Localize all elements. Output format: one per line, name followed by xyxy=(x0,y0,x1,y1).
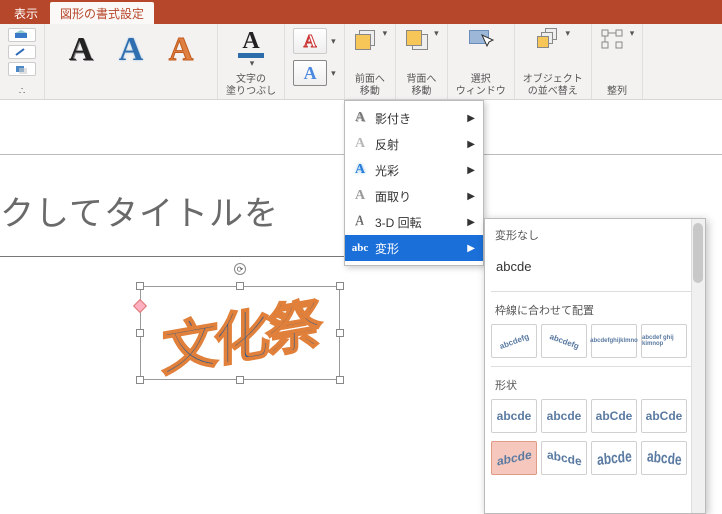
transform-path-1[interactable]: abcdefg xyxy=(491,324,537,358)
shadow-icon: A xyxy=(351,109,369,127)
menu-item-transform[interactable]: abc 変形 ▶ xyxy=(345,235,483,261)
text-outline-button[interactable]: A xyxy=(293,28,327,54)
bevel-icon: A xyxy=(351,187,369,205)
wordart-style-2[interactable]: A xyxy=(109,28,153,72)
transform-warp-r2-4[interactable]: abcde xyxy=(641,441,687,475)
transform-icon: abc xyxy=(351,239,369,257)
text-fill-group: A ▾ 文字の 塗りつぶし xyxy=(218,24,285,99)
menu-item-shadow[interactable]: A 影付き ▶ xyxy=(345,105,483,131)
rotate-handle[interactable]: ⟳ xyxy=(234,263,246,275)
submenu-arrow-icon: ▶ xyxy=(467,217,475,228)
menu-item-reflection[interactable]: A 反射 ▶ xyxy=(345,131,483,157)
menu-item-label: 反射 xyxy=(375,136,399,153)
shape-fill-label: ∴ xyxy=(19,86,25,98)
submenu-arrow-icon: ▶ xyxy=(467,139,475,150)
wordart-style-1[interactable]: A xyxy=(59,28,103,72)
shape-effects-button[interactable] xyxy=(8,62,36,76)
menu-item-label: 3-D 回転 xyxy=(375,214,422,231)
menu-item-label: 光彩 xyxy=(375,162,399,179)
transform-none[interactable]: abcde xyxy=(491,249,699,283)
menu-item-label: 変形 xyxy=(375,240,399,257)
rotation-3d-icon: A xyxy=(350,210,366,233)
wordart-text[interactable]: 文化祭 xyxy=(162,279,318,388)
menu-item-3d-rotation[interactable]: A 3-D 回転 ▶ xyxy=(345,209,483,235)
shape-outline-button[interactable] xyxy=(8,45,36,59)
bring-forward-label: 前面へ 移動 xyxy=(355,74,385,97)
submenu-arrow-icon: ▶ xyxy=(467,191,475,202)
text-effects-button[interactable]: A xyxy=(293,60,327,86)
glow-icon: A xyxy=(351,161,369,179)
menu-item-glow[interactable]: A 光彩 ▶ xyxy=(345,157,483,183)
menu-item-bevel[interactable]: A 面取り ▶ xyxy=(345,183,483,209)
tab-shape-format[interactable]: 図形の書式設定 xyxy=(50,2,154,24)
transform-warp-r1-4[interactable]: abCde xyxy=(641,399,687,433)
menu-item-label: 面取り xyxy=(375,188,411,205)
selection-pane-icon xyxy=(467,28,495,50)
transform-path-3[interactable]: abcdefghijklmno xyxy=(591,324,637,358)
gallery-scrollbar[interactable] xyxy=(691,219,705,513)
transform-warp-r1-2[interactable]: abcde xyxy=(541,399,587,433)
transform-gallery: 変形なし abcde 枠線に合わせて配置 abcdefg abcdefg abc… xyxy=(484,218,706,514)
text-effects-menu: A 影付き ▶ A 反射 ▶ A 光彩 ▶ A 面取り ▶ A 3-D 回転 ▶… xyxy=(344,100,484,266)
transform-warp-r2-1-selected[interactable]: abcde xyxy=(491,441,537,475)
ribbon: ∴ A A A A ▾ 文字の 塗りつぶし A ▾ A ▾ xyxy=(0,24,722,100)
chevron-down-icon: ▾ xyxy=(434,28,439,39)
reflection-icon: A xyxy=(351,135,369,153)
arrange-icon xyxy=(600,28,628,50)
transform-warp-r1-3[interactable]: abCde xyxy=(591,399,637,433)
send-backward-group[interactable]: ▾ 背面へ 移動 xyxy=(396,24,448,99)
text-fill-label: 文字の 塗りつぶし xyxy=(226,74,276,97)
menu-item-label: 影付き xyxy=(375,110,411,127)
chevron-down-icon: ▾ xyxy=(630,28,635,39)
title-bar: 表示 図形の書式設定 xyxy=(0,0,722,24)
arrange-label: 整列 xyxy=(607,86,627,98)
category-no-transform: 変形なし xyxy=(485,219,705,247)
bring-forward-group[interactable]: ▾ 前面へ 移動 xyxy=(345,24,397,99)
transform-path-4[interactable]: abcdef ghij kimnop xyxy=(641,324,687,358)
text-outline-effects-group: A ▾ A ▾ xyxy=(285,24,345,99)
transform-warp-r2-3[interactable]: abcde xyxy=(591,441,637,475)
chevron-down-icon: ▾ xyxy=(250,58,255,69)
send-backward-label: 背面へ 移動 xyxy=(406,74,436,97)
reorder-icon xyxy=(535,28,563,50)
wordart-style-3[interactable]: A xyxy=(159,28,203,72)
title-placeholder[interactable]: クしてタイトルを xyxy=(0,186,279,235)
reorder-label: オブジェクト の並べ替え xyxy=(523,74,583,97)
category-follow-path: 枠線に合わせて配置 xyxy=(485,294,705,322)
wordart-styles-group: A A A xyxy=(45,24,218,99)
transform-path-2[interactable]: abcdefg xyxy=(541,324,587,358)
transform-warp-r1-1[interactable]: abcde xyxy=(491,399,537,433)
shape-fill-button[interactable] xyxy=(8,28,36,42)
submenu-arrow-icon: ▶ xyxy=(467,243,475,254)
category-warp: 形状 xyxy=(485,369,705,397)
scrollbar-thumb[interactable] xyxy=(693,223,703,283)
selection-pane-label: 選択 ウィンドウ xyxy=(456,74,506,97)
chevron-down-icon: ▾ xyxy=(565,28,570,39)
bring-forward-icon xyxy=(353,28,381,50)
text-fill-button[interactable]: A ▾ xyxy=(238,28,264,69)
shape-fill-group: ∴ xyxy=(0,24,45,99)
selection-pane-group[interactable]: 選択 ウィンドウ xyxy=(448,24,515,99)
chevron-down-icon: ▾ xyxy=(383,28,388,39)
reorder-group[interactable]: ▾ オブジェクト の並べ替え xyxy=(515,24,592,99)
chevron-down-icon: ▾ xyxy=(331,36,336,47)
transform-warp-r2-2[interactable]: abcde xyxy=(541,441,587,475)
arrange-group[interactable]: ▾ 整列 xyxy=(592,24,644,99)
submenu-arrow-icon: ▶ xyxy=(467,113,475,124)
send-backward-icon xyxy=(404,28,432,50)
submenu-arrow-icon: ▶ xyxy=(467,165,475,176)
chevron-down-icon: ▾ xyxy=(331,68,336,79)
tab-view[interactable]: 表示 xyxy=(4,2,48,24)
wordart-textbox[interactable]: ⟳ 文化祭 xyxy=(140,286,340,380)
